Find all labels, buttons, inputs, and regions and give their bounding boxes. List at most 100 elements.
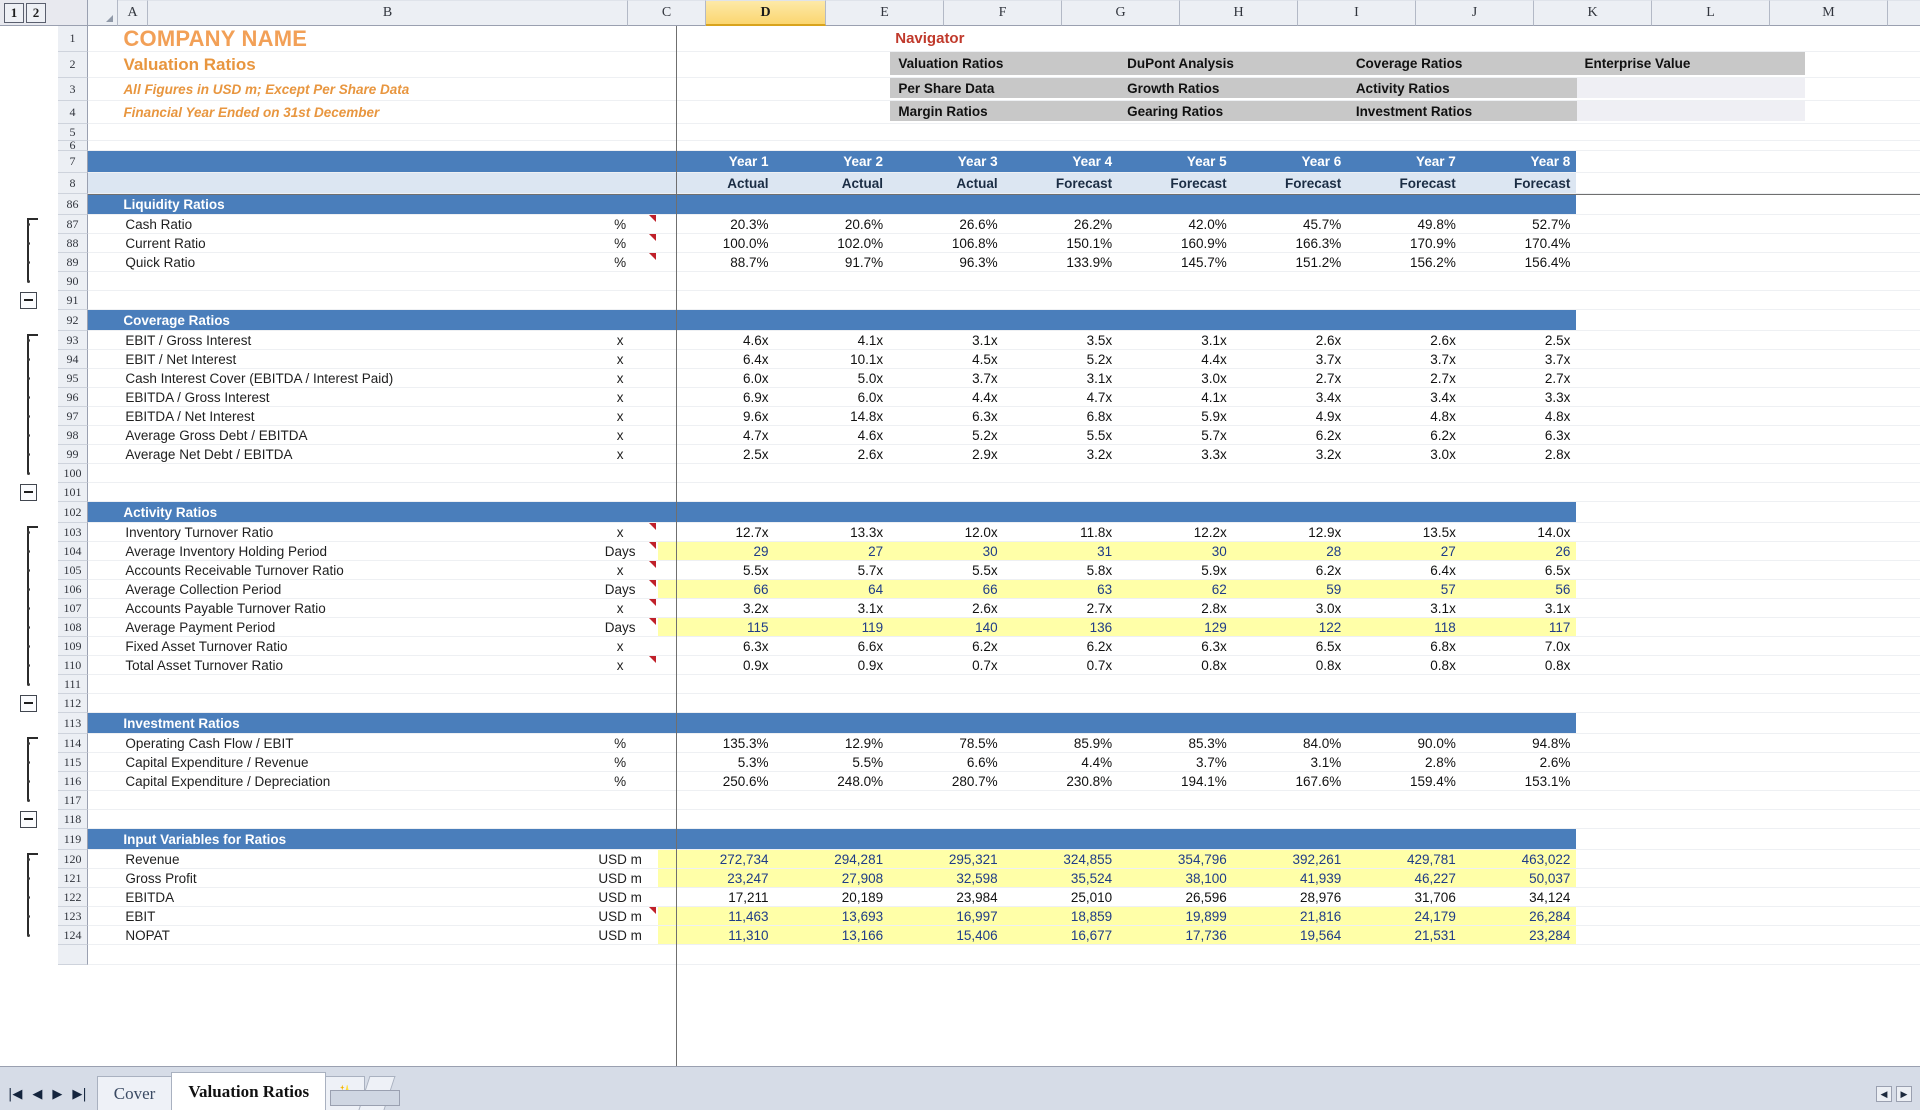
cell-e[interactable] [775,464,890,482]
value-108-f[interactable]: 140 [889,618,1004,636]
value-108-h[interactable]: 129 [1118,618,1233,636]
value-99-k[interactable]: 2.8x [1462,445,1577,463]
value-104-e[interactable]: 27 [774,542,890,560]
cell-n[interactable] [1805,310,1920,330]
row-number-109[interactable]: 109 [58,637,88,656]
cell-m[interactable] [1691,26,1806,51]
cell-b[interactable] [117,675,582,693]
value-88-g[interactable]: 150.1% [1004,234,1119,252]
cell-f[interactable] [889,810,1004,828]
value-89-e[interactable]: 91.7% [775,253,890,271]
cell-i[interactable] [1233,945,1348,964]
value-120-f[interactable]: 295,321 [889,850,1004,868]
cell-m[interactable] [1691,215,1806,233]
row-number-112[interactable]: 112 [58,694,88,713]
column-header-n[interactable]: N [1888,0,1920,26]
navigator-link-gearing-ratios[interactable]: Gearing Ratios [1119,101,1348,123]
row-number-104[interactable]: 104 [58,542,88,561]
cell-c[interactable] [582,945,658,964]
cell-b[interactable] [117,272,582,290]
cell-k[interactable] [1462,675,1577,693]
value-93-g[interactable]: 3.5x [1004,331,1119,349]
cell-i[interactable] [1233,272,1348,290]
cell-l[interactable] [1576,850,1691,868]
cell-i[interactable] [1233,694,1348,712]
page-title-company[interactable]: COMPANY NAME [117,26,582,51]
row-number-107[interactable]: 107 [58,599,88,618]
value-114-i[interactable]: 84.0% [1233,734,1348,752]
value-95-g[interactable]: 3.1x [1004,369,1119,387]
value-116-e[interactable]: 248.0% [775,772,890,790]
value-120-j[interactable]: 429,781 [1347,850,1462,868]
cell-n[interactable] [1805,753,1920,771]
cell-b[interactable] [117,483,582,501]
cell-m[interactable] [1691,502,1806,522]
value-107-g[interactable]: 2.7x [1004,599,1119,617]
horizontal-scrollbar[interactable] [330,1090,400,1106]
cell-l[interactable] [1576,869,1691,887]
navigator-link-growth-ratios[interactable]: Growth Ratios [1119,78,1348,100]
cell-l[interactable] [1576,407,1691,425]
row-number-87[interactable]: 87 [58,215,88,234]
value-95-e[interactable]: 5.0x [775,369,890,387]
value-99-f[interactable]: 2.9x [889,445,1004,463]
value-114-g[interactable]: 85.9% [1004,734,1119,752]
value-123-i[interactable]: 21,816 [1232,907,1348,925]
cell-l[interactable] [1576,234,1691,252]
cell-m[interactable] [1691,272,1806,290]
cell-l[interactable] [1576,926,1691,944]
value-104-g[interactable]: 31 [1003,542,1119,560]
value-116-h[interactable]: 194.1% [1118,772,1233,790]
value-103-e[interactable]: 13.3x [775,523,890,541]
row-number-111[interactable]: 111 [58,675,88,694]
cell-m[interactable] [1691,945,1806,964]
cell-b[interactable] [117,291,582,309]
cell-a[interactable] [88,791,117,809]
value-99-g[interactable]: 3.2x [1004,445,1119,463]
cell-n[interactable] [1805,369,1920,387]
value-96-i[interactable]: 3.4x [1233,388,1348,406]
value-120-g[interactable]: 324,855 [1003,850,1119,868]
value-108-g[interactable]: 136 [1003,618,1119,636]
value-89-i[interactable]: 151.2% [1233,253,1348,271]
row-number-99[interactable]: 99 [58,445,88,464]
row-number-98[interactable]: 98 [58,426,88,445]
cell-c[interactable] [583,101,659,123]
value-110-j[interactable]: 0.8x [1347,656,1462,674]
value-120-i[interactable]: 392,261 [1232,850,1348,868]
cell-l[interactable] [1576,426,1691,444]
cell-l[interactable] [1576,331,1691,349]
value-97-f[interactable]: 6.3x [889,407,1004,425]
value-97-g[interactable]: 6.8x [1004,407,1119,425]
cell-i[interactable] [1233,675,1348,693]
value-109-j[interactable]: 6.8x [1347,637,1462,655]
cell-e[interactable] [775,124,890,140]
value-93-h[interactable]: 3.1x [1118,331,1233,349]
cell-m[interactable] [1691,141,1806,150]
cell-n[interactable] [1805,426,1920,444]
row-number-8[interactable]: 8 [58,173,88,194]
cell-m[interactable] [1691,350,1806,368]
prev-sheet-icon[interactable]: ◀ [32,1087,42,1102]
row-number-110[interactable]: 110 [58,656,88,675]
row-number-114[interactable]: 114 [58,734,88,753]
cell-b[interactable] [117,124,582,140]
cell-f[interactable] [889,141,1004,150]
cell-f[interactable] [889,272,1004,290]
cell-n[interactable] [1805,656,1920,674]
cell-n[interactable] [1805,234,1920,252]
cell-n[interactable] [1805,561,1920,579]
cell-a[interactable] [88,926,117,944]
value-94-j[interactable]: 3.7x [1347,350,1462,368]
value-109-i[interactable]: 6.5x [1233,637,1348,655]
cell-f[interactable] [889,291,1004,309]
cell-m[interactable] [1691,464,1806,482]
cell-l[interactable] [1576,26,1691,51]
value-104-h[interactable]: 30 [1118,542,1233,560]
cell-n[interactable] [1805,101,1920,123]
value-115-j[interactable]: 2.8% [1347,753,1462,771]
value-120-h[interactable]: 354,796 [1118,850,1233,868]
cell-k[interactable] [1462,694,1577,712]
cell-e[interactable] [775,810,890,828]
outline-collapse-button-0[interactable] [20,291,37,309]
